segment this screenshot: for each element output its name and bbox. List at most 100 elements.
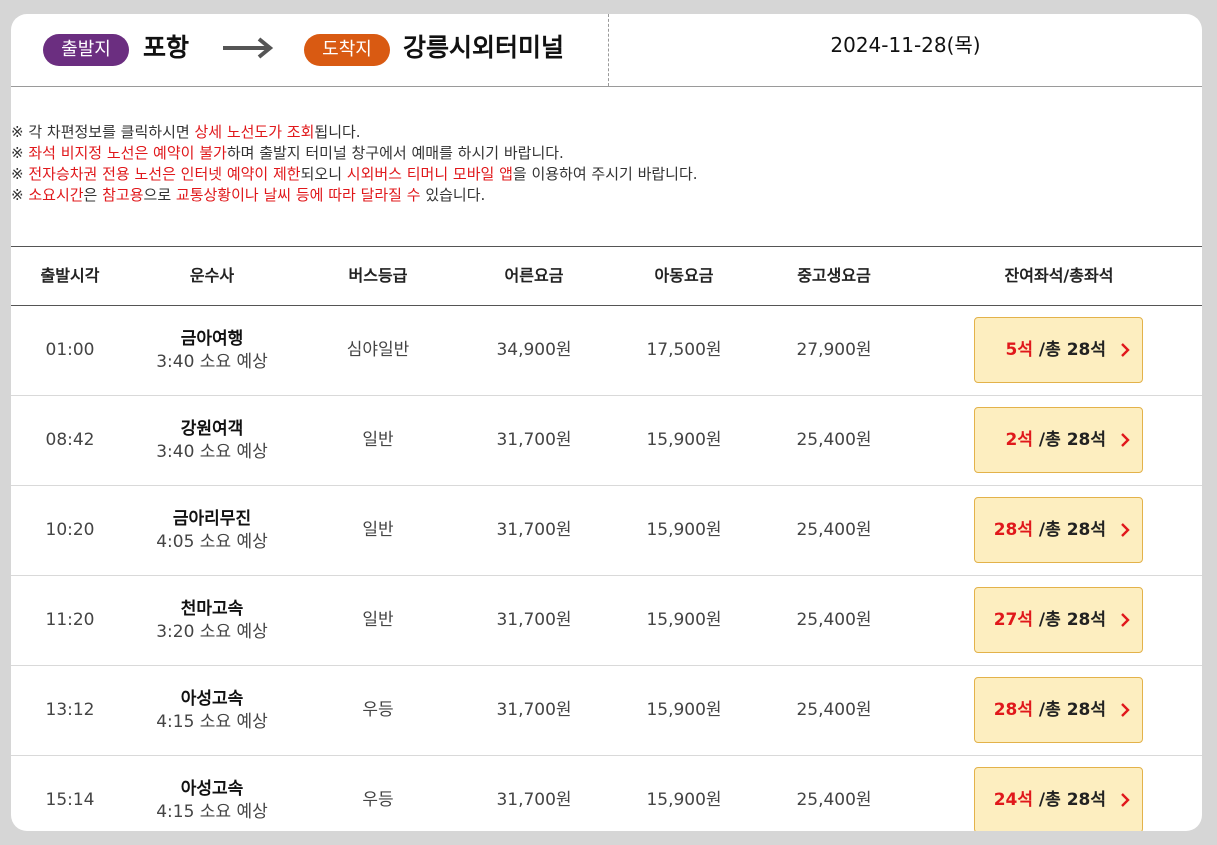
- total-seats: /총 28석: [1033, 700, 1106, 720]
- trip-duration: 3:40 소요 예상: [156, 352, 268, 372]
- notice-text: 은: [83, 186, 103, 204]
- remaining-seats: 24석: [993, 790, 1034, 810]
- departure-time: 08:42: [45, 430, 95, 450]
- notice-text: ※: [11, 186, 29, 204]
- notice-highlight: 전자승차권 전용 노선은 인터넷 예약이 제한: [28, 165, 301, 183]
- seat-select-button[interactable]: 28석 /총 28석: [974, 677, 1143, 743]
- seat-status: 2석 /총 28석: [1006, 408, 1106, 472]
- trip-duration: 4:15 소요 예상: [156, 802, 268, 822]
- header-adult-fare: 어른요금: [504, 266, 564, 285]
- notice-text: 으로: [143, 186, 176, 204]
- total-seats: /총 28석: [1033, 430, 1106, 450]
- arrive-badge: 도착지: [304, 34, 390, 66]
- notice-line: ※ 각 차편정보를 클릭하시면 상세 노선도가 조회됩니다.: [11, 122, 1201, 143]
- notice-list: ※ 각 차편정보를 클릭하시면 상세 노선도가 조회됩니다. ※ 좌석 비지정 노…: [11, 122, 1201, 206]
- chevron-right-icon: [1121, 613, 1130, 627]
- notice-highlight: 교통상황이나 날씨 등에 따라 달라질 수: [175, 186, 421, 204]
- seat-select-button[interactable]: 24석 /총 28석: [974, 767, 1143, 831]
- adult-fare: 31,700원: [496, 430, 572, 450]
- notice-text: ※ 각 차편정보를 클릭하시면: [11, 123, 195, 141]
- seat-select-button[interactable]: 27석 /총 28석: [974, 587, 1143, 653]
- chevron-right-icon: [1121, 523, 1130, 537]
- departure-time: 13:12: [45, 700, 95, 720]
- chevron-right-icon: [1121, 793, 1130, 807]
- table-row[interactable]: 10:20 금아리무진 4:05 소요 예상 일반 31,700원 15,900…: [11, 486, 1202, 576]
- company-cell: 금아여행 3:40 소요 예상: [129, 306, 295, 395]
- notice-text: 됩니다.: [314, 123, 361, 141]
- header-child-fare: 아동요금: [654, 266, 714, 285]
- bus-grade: 일반: [362, 430, 394, 450]
- notice-line: ※ 소요시간은 참고용으로 교통상황이나 날씨 등에 따라 달라질 수 있습니다…: [11, 185, 1201, 206]
- notice-text: 있습니다.: [420, 186, 486, 204]
- bus-grade: 심야일반: [346, 340, 410, 360]
- company-cell: 천마고속 3:20 소요 예상: [129, 576, 295, 665]
- remaining-seats: 28석: [993, 700, 1034, 720]
- child-fare: 15,900원: [646, 790, 722, 810]
- total-seats: /총 28석: [1033, 520, 1106, 540]
- remaining-seats: 5석: [1005, 340, 1034, 360]
- total-seats: /총 28석: [1033, 610, 1106, 630]
- child-fare: 15,900원: [646, 610, 722, 630]
- departure-time: 01:00: [45, 340, 95, 360]
- company-name: 금아리무진: [172, 509, 252, 529]
- seat-select-button[interactable]: 5석 /총 28석: [974, 317, 1143, 383]
- seat-status: 28석 /총 28석: [994, 678, 1106, 742]
- youth-fare: 25,400원: [796, 790, 872, 810]
- table-body: 01:00 금아여행 3:40 소요 예상 심야일반 34,900원 17,50…: [11, 306, 1202, 831]
- departure-time: 11:20: [45, 610, 95, 630]
- youth-fare: 25,400원: [796, 610, 872, 630]
- trip-duration: 4:15 소요 예상: [156, 712, 268, 732]
- route-header: 출발지 포항 도착지 강릉시외터미널 2024-11-28(목): [11, 14, 1202, 87]
- departure-time: 15:14: [45, 790, 95, 810]
- child-fare: 17,500원: [646, 340, 722, 360]
- header-youth-fare: 중고생요금: [797, 266, 871, 285]
- company-name: 아성고속: [180, 689, 244, 709]
- notice-text: 되오니: [300, 165, 347, 183]
- notice-highlight: 상세 노선도가 조회: [194, 123, 315, 141]
- trip-duration: 3:20 소요 예상: [156, 622, 268, 642]
- notice-highlight: 소요시간: [28, 186, 84, 204]
- header-seats: 잔여좌석/총좌석: [1004, 266, 1114, 285]
- header-departure-time: 출발시각: [40, 266, 100, 285]
- table-row[interactable]: 15:14 아성고속 4:15 소요 예상 우등 31,700원 15,900원…: [11, 756, 1202, 831]
- depart-badge: 출발지: [43, 34, 129, 66]
- adult-fare: 34,900원: [496, 340, 572, 360]
- notice-text: 을 이용하여 주시기 바랍니다.: [512, 165, 698, 183]
- adult-fare: 31,700원: [496, 520, 572, 540]
- route-summary: 출발지 포항 도착지 강릉시외터미널: [11, 14, 609, 86]
- departure-time: 10:20: [45, 520, 95, 540]
- timetable-card: 출발지 포항 도착지 강릉시외터미널 2024-11-28(목) ※ 각 차편정…: [11, 14, 1202, 831]
- depart-city: 포항: [143, 33, 190, 62]
- bus-grade: 우등: [362, 790, 394, 810]
- seat-status: 28석 /총 28석: [994, 498, 1106, 562]
- notice-highlight: 참고용: [102, 186, 144, 204]
- table-row[interactable]: 13:12 아성고속 4:15 소요 예상 우등 31,700원 15,900원…: [11, 666, 1202, 756]
- notice-text: ※: [11, 165, 29, 183]
- chevron-right-icon: [1121, 703, 1130, 717]
- header-company: 운수사: [189, 266, 235, 285]
- seat-status: 27석 /총 28석: [994, 588, 1106, 652]
- notice-text: 하며 출발지 터미널 창구에서 예매를 하시기 바랍니다.: [226, 144, 564, 162]
- youth-fare: 27,900원: [796, 340, 872, 360]
- seat-select-button[interactable]: 2석 /총 28석: [974, 407, 1143, 473]
- table-row[interactable]: 08:42 강원여객 3:40 소요 예상 일반 31,700원 15,900원…: [11, 396, 1202, 486]
- company-cell: 강원여객 3:40 소요 예상: [129, 396, 295, 485]
- header-bus-grade: 버스등급: [348, 266, 408, 285]
- schedule-table: 출발시각 운수사 버스등급 어른요금 아동요금 중고생요금 잔여좌석/총좌석 0…: [11, 246, 1202, 831]
- bus-grade: 일반: [362, 610, 394, 630]
- company-name: 아성고속: [180, 779, 244, 799]
- company-name: 강원여객: [180, 419, 244, 439]
- chevron-right-icon: [1121, 433, 1130, 447]
- youth-fare: 25,400원: [796, 700, 872, 720]
- company-cell: 아성고속 4:15 소요 예상: [129, 756, 295, 831]
- notice-highlight: 좌석 비지정 노선은 예약이 불가: [28, 144, 227, 162]
- notice-highlight: 시외버스 티머니 모바일 앱: [346, 165, 513, 183]
- total-seats: /총 28석: [1033, 340, 1106, 360]
- company-name: 금아여행: [180, 329, 244, 349]
- seat-select-button[interactable]: 28석 /총 28석: [974, 497, 1143, 563]
- table-row[interactable]: 11:20 천마고속 3:20 소요 예상 일반 31,700원 15,900원…: [11, 576, 1202, 666]
- adult-fare: 31,700원: [496, 610, 572, 630]
- notice-line: ※ 좌석 비지정 노선은 예약이 불가하며 출발지 터미널 창구에서 예매를 하…: [11, 143, 1201, 164]
- table-row[interactable]: 01:00 금아여행 3:40 소요 예상 심야일반 34,900원 17,50…: [11, 306, 1202, 396]
- bus-grade: 일반: [362, 520, 394, 540]
